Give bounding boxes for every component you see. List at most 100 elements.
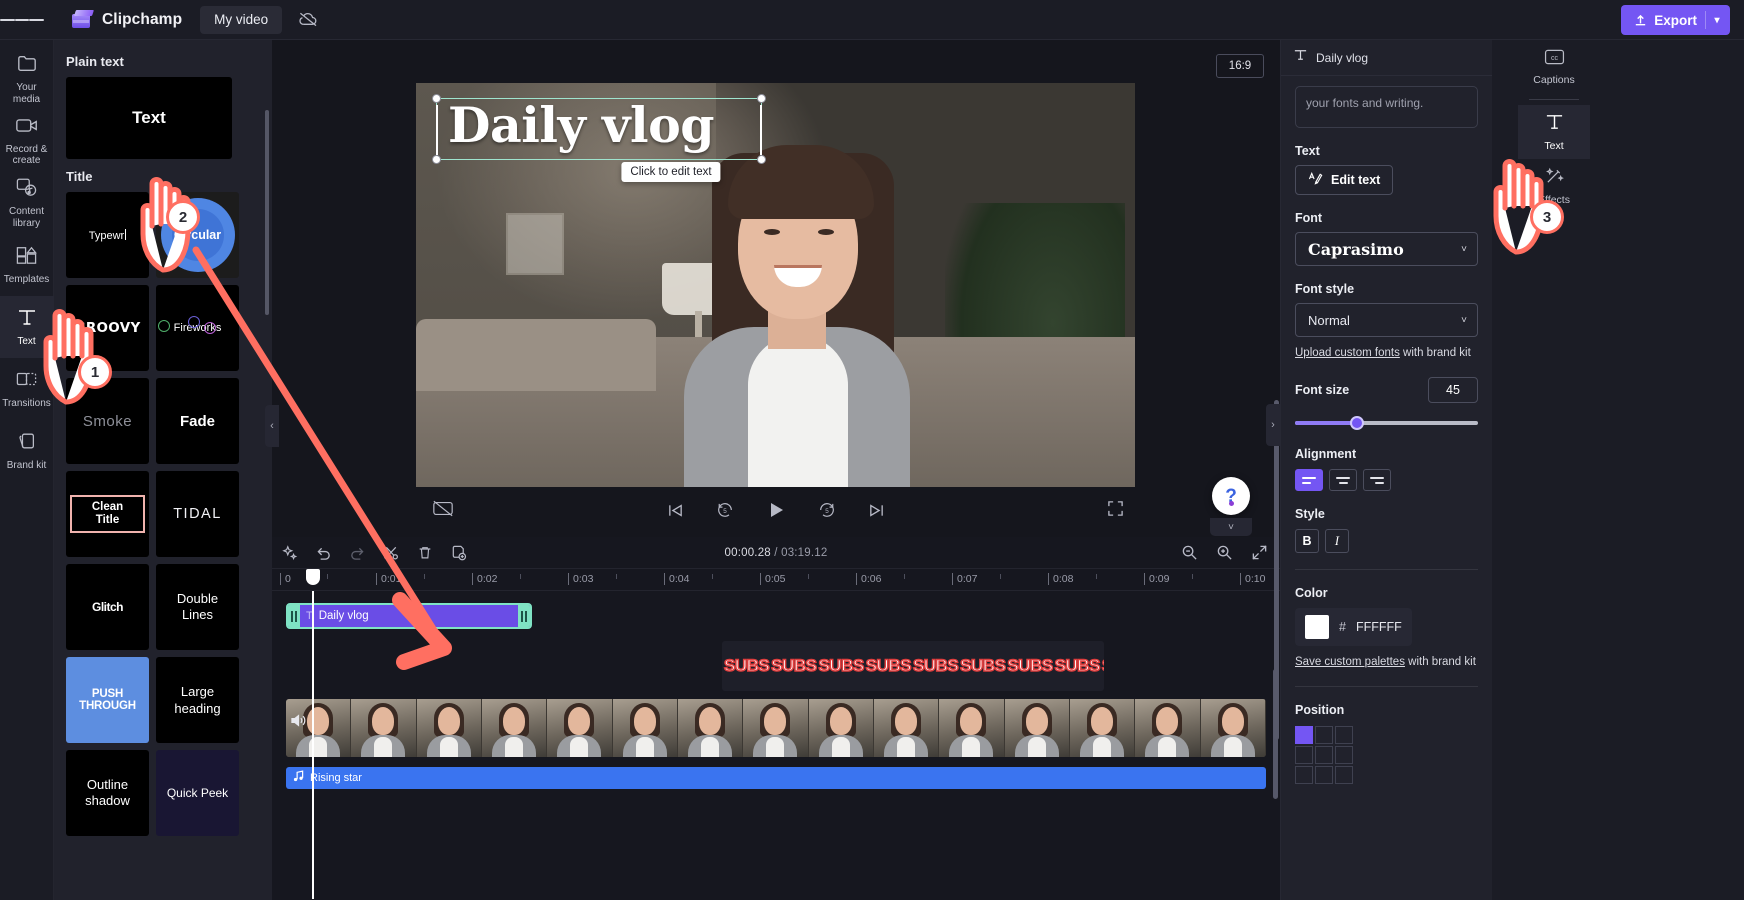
upload-custom-fonts-link[interactable]: Upload custom fonts — [1295, 347, 1400, 359]
font-size-input[interactable]: 45 — [1428, 377, 1478, 403]
resize-handle-top-left[interactable] — [432, 94, 441, 103]
fullscreen-icon[interactable] — [1107, 500, 1124, 522]
sidebar-item-record-create[interactable]: Record & create — [0, 110, 54, 172]
position-cell-top-left[interactable] — [1295, 726, 1313, 744]
resize-handle-bottom-right[interactable] — [757, 155, 766, 164]
timeline-clip-audio[interactable]: Rising star — [286, 767, 1266, 789]
properties-scrollbar[interactable] — [1274, 400, 1279, 740]
position-cell-middle-right[interactable] — [1335, 746, 1353, 764]
video-thumbnail — [1069, 699, 1136, 757]
sidebar-item-brand-kit[interactable]: Brand kit — [0, 420, 54, 482]
align-left-button[interactable] — [1295, 469, 1323, 491]
timeline-clip-subtitles[interactable]: SUBS SUBS SUBS SUBS SUBS SUBS SUBS SUBS … — [722, 641, 1104, 691]
help-button[interactable]: ? — [1212, 477, 1250, 515]
edit-text-button[interactable]: Edit text — [1295, 165, 1394, 195]
tile-plain-text[interactable]: Text — [66, 77, 232, 159]
collapse-library-panel-button[interactable]: ‹ — [265, 405, 279, 447]
project-tab[interactable]: My video — [200, 5, 283, 34]
save-custom-palettes-link[interactable]: Save custom palettes — [1295, 656, 1405, 668]
slider-thumb[interactable] — [1349, 416, 1364, 430]
clip-trim-handle-right[interactable] — [518, 605, 530, 627]
position-cell-bottom-left[interactable] — [1295, 766, 1313, 784]
clipchamp-logo-icon — [72, 9, 94, 30]
subtitle-word: SUBS — [723, 655, 770, 676]
hamburger-icon[interactable] — [0, 0, 45, 40]
export-button[interactable]: Export ▾ — [1621, 5, 1730, 35]
timeline-toolbar: 00:00.28 / 03:19.12 — [272, 537, 1280, 569]
undo-icon[interactable] — [315, 545, 332, 561]
position-cell-middle-left[interactable] — [1295, 746, 1313, 764]
tile-quick-peek[interactable]: Quick Peek — [156, 750, 239, 836]
clip-trim-handle-left[interactable] — [288, 605, 300, 627]
timeline-clip-text[interactable]: T Daily vlog — [286, 603, 532, 629]
subtitle-word: SUBS — [818, 655, 865, 676]
position-cell-bottom-right[interactable] — [1335, 766, 1353, 784]
sidebar-item-content-library[interactable]: Content library — [0, 172, 54, 234]
position-cell-bottom-center[interactable] — [1315, 766, 1333, 784]
tile-label: Outline shadow — [85, 777, 130, 808]
video-camera-icon — [15, 116, 39, 140]
text-selection-box[interactable] — [432, 94, 766, 164]
resize-handle-bottom-left[interactable] — [432, 155, 441, 164]
font-style-select[interactable]: Normal ˅ — [1295, 303, 1478, 337]
sidebar-item-your-media[interactable]: Your media — [0, 48, 54, 110]
tile-push-through[interactable]: PUSH THROUGH — [66, 657, 149, 743]
redo-icon[interactable] — [349, 545, 366, 561]
collapse-properties-button[interactable]: › — [1266, 404, 1280, 446]
collapse-preview-button[interactable]: ˅ — [1210, 518, 1252, 536]
font-select[interactable]: Caprasimo ˅ — [1295, 232, 1478, 266]
bold-button[interactable]: B — [1295, 529, 1319, 553]
fit-to-screen-icon[interactable] — [1251, 544, 1268, 561]
italic-button[interactable]: I — [1325, 529, 1349, 553]
position-cell-middle-center[interactable] — [1315, 746, 1333, 764]
align-center-button[interactable] — [1329, 469, 1357, 491]
cloud-off-icon[interactable] — [292, 5, 324, 35]
skip-start-icon[interactable] — [667, 502, 684, 519]
color-hex-value[interactable]: FFFFFF — [1356, 620, 1402, 634]
ruler-tick: 0:01 — [376, 573, 401, 585]
timeline-ruler[interactable]: 0 0:01 0:02 0:03 0:04 0:05 0:06 0:07 0:0… — [272, 569, 1280, 591]
sidebar-label: Your media — [12, 82, 41, 105]
library-scrollbar[interactable] — [265, 110, 269, 315]
scissors-icon[interactable] — [383, 545, 400, 561]
subtitle-word: SUBS — [1054, 655, 1101, 676]
tile-label: Typewr — [88, 229, 125, 242]
play-icon[interactable] — [766, 500, 786, 520]
tile-clean-title[interactable]: Clean Title — [66, 471, 149, 557]
top-bar: Clipchamp My video Export ▾ — [0, 0, 1744, 40]
sparkle-icon[interactable] — [282, 544, 298, 561]
timeline-clip-video[interactable] — [286, 699, 1266, 757]
tab-captions[interactable]: cc Captions — [1518, 40, 1590, 94]
align-right-button[interactable] — [1363, 469, 1391, 491]
volume-icon[interactable] — [290, 713, 307, 733]
tile-tidal[interactable]: TIDAL — [156, 471, 239, 557]
ai-hint-box[interactable]: your fonts and writing. — [1295, 86, 1478, 128]
tile-large-heading[interactable]: Large heading — [156, 657, 239, 743]
resize-handle-top-right[interactable] — [757, 94, 766, 103]
alignment-group — [1295, 469, 1478, 491]
rewind-5-icon[interactable]: 5 — [716, 501, 734, 519]
color-picker[interactable]: # FFFFFF — [1295, 608, 1412, 646]
tile-fireworks[interactable]: Fireworks — [156, 285, 239, 371]
aspect-ratio-badge[interactable]: 16:9 — [1216, 54, 1264, 78]
sidebar-item-templates[interactable]: Templates — [0, 234, 54, 296]
duplicate-icon[interactable] — [450, 544, 467, 561]
tile-double-lines[interactable]: Double Lines — [156, 564, 239, 650]
chevron-down-icon[interactable]: ▾ — [1706, 15, 1728, 26]
position-cell-top-center[interactable] — [1315, 726, 1333, 744]
trash-icon[interactable] — [417, 545, 433, 561]
tile-fade[interactable]: Fade — [156, 378, 239, 464]
skip-end-icon[interactable] — [868, 502, 885, 519]
tile-glitch[interactable]: Glitch — [66, 564, 149, 650]
color-swatch[interactable] — [1305, 615, 1329, 639]
zoom-in-icon[interactable] — [1216, 544, 1233, 561]
captions-off-icon[interactable] — [432, 500, 454, 522]
playhead[interactable] — [306, 569, 320, 899]
forward-5-icon[interactable]: 5 — [818, 501, 836, 519]
tile-outline-shadow[interactable]: Outline shadow — [66, 750, 149, 836]
export-label: Export — [1654, 12, 1697, 28]
sidebar-label: Brand kit — [6, 459, 47, 471]
zoom-out-icon[interactable] — [1181, 544, 1198, 561]
position-cell-top-right[interactable] — [1335, 726, 1353, 744]
font-size-slider[interactable] — [1295, 415, 1478, 431]
